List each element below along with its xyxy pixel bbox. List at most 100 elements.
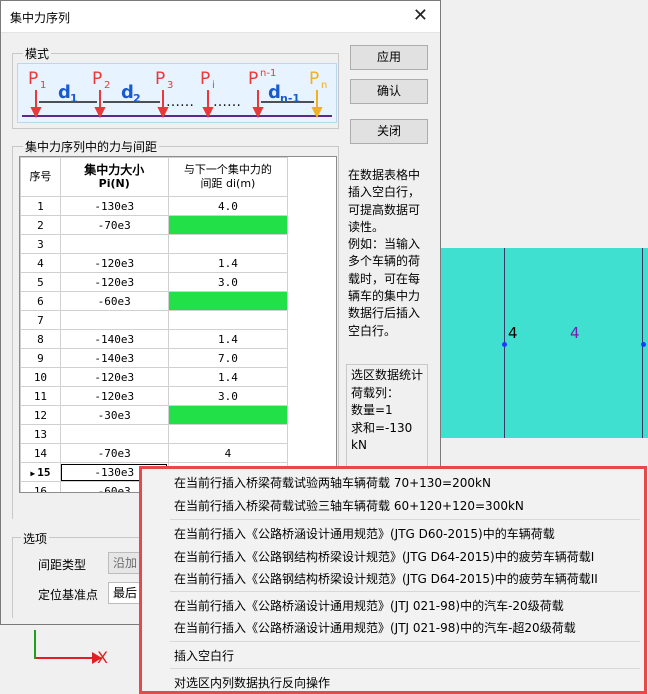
col-header-force[interactable]: 集中力大小 Pi(N) — [59, 157, 169, 197]
region-label: 4 — [508, 324, 518, 342]
table-row[interactable]: 9 -140e3 7.0 — [20, 348, 336, 368]
distance-cell[interactable]: 1.4 — [167, 253, 289, 273]
force-cell[interactable]: -120e3 — [59, 367, 169, 387]
col-header-filler — [287, 157, 336, 197]
confirm-button[interactable]: 确认 — [350, 79, 428, 104]
menu-item-jtj021-20[interactable]: 在当前行插入《公路桥涵设计通用规范》(JTJ 021-98)中的汽车-20级荷载 — [174, 597, 564, 614]
menu-item-2axle-test-load[interactable]: 在当前行插入桥梁荷载试验两轴车辆荷载 70+130=200kN — [174, 474, 491, 491]
distance-cell[interactable] — [167, 405, 289, 425]
distance-cell[interactable] — [167, 215, 289, 235]
force-cell[interactable]: -120e3 — [59, 253, 169, 273]
distance-cell[interactable]: 1.4 — [167, 367, 289, 387]
row-number[interactable]: ▶ 15 — [20, 462, 61, 482]
cyan-region — [432, 248, 648, 438]
menu-item-reverse-selection[interactable]: 对选区内列数据执行反向操作 — [174, 674, 330, 691]
node-point — [641, 342, 646, 347]
force-diagram-svg: …… …… P 1 P 2 P 3 P i P n-1 P n d 1 d 2 … — [22, 68, 332, 119]
row-filler — [288, 349, 336, 368]
row-number-text: 13 — [33, 427, 48, 441]
distance-cell[interactable]: 3.0 — [167, 272, 289, 292]
row-number[interactable]: 14 — [20, 443, 61, 463]
menu-item-jtg-d60-vehicle[interactable]: 在当前行插入《公路桥涵设计通用规范》(JTG D60-2015)中的车辆荷载 — [174, 525, 555, 542]
help-text: 在数据表格中 插入空白行， 可提高数据可 读性。 例如：当输入 多个车辆的荷 载时，可在每辆… — [348, 167, 428, 340]
row-number[interactable]: 5 — [20, 272, 61, 292]
menu-item-jtg-d64-fatigue-1[interactable]: 在当前行插入《公路钢结构桥梁设计规范》(JTG D64-2015)中的疲劳车辆荷… — [174, 548, 594, 565]
table-row[interactable]: 10 -120e3 1.4 — [20, 367, 336, 387]
help-line: 读性。 — [348, 219, 385, 234]
row-number[interactable]: 7 — [20, 310, 61, 330]
row-number[interactable]: 13 — [20, 424, 61, 444]
close-button[interactable]: 关闭 — [350, 119, 428, 144]
distance-cell[interactable]: 4.0 — [167, 196, 289, 216]
help-line: 例如：当输入 — [348, 237, 421, 252]
menu-separator — [170, 519, 640, 520]
table-scrollbar[interactable]: ▲ — [336, 157, 337, 492]
table-row[interactable]: 13 — [20, 424, 336, 444]
table-row[interactable]: 4 -120e3 1.4 — [20, 253, 336, 273]
table-row[interactable]: 11 -120e3 3.0 — [20, 386, 336, 406]
dialog-titlebar[interactable]: 集中力序列 ✕ — [1, 1, 440, 33]
row-number[interactable]: 1 — [20, 196, 61, 216]
options-label: 选项 — [21, 530, 50, 547]
distance-cell[interactable]: 4 — [167, 443, 289, 463]
menu-item-3axle-test-load[interactable]: 在当前行插入桥梁荷载试验三轴车辆荷载 60+120+120=300kN — [174, 497, 524, 514]
pi-label: P — [200, 69, 210, 89]
distance-cell[interactable]: 7.0 — [167, 348, 289, 368]
row-number[interactable]: 10 — [20, 367, 61, 387]
row-number[interactable]: 8 — [20, 329, 61, 349]
row-number[interactable]: 9 — [20, 348, 61, 368]
row-number[interactable]: 2 — [20, 215, 61, 235]
force-table-grid[interactable]: 序号 集中力大小 Pi(N) 与下一个集中力的 间距 di(m) 1 -130e3… — [20, 157, 336, 492]
table-row[interactable]: 6 -60e3 — [20, 291, 336, 311]
distance-cell[interactable] — [167, 424, 289, 444]
table-row[interactable]: 3 — [20, 234, 336, 254]
row-number[interactable]: 4 — [20, 253, 61, 273]
table-row[interactable]: 2 -70e3 — [20, 215, 336, 235]
apply-button[interactable]: 应用 — [350, 45, 428, 70]
row-number[interactable]: 6 — [20, 291, 61, 311]
col-header-distance[interactable]: 与下一个集中力的 间距 di(m) — [167, 157, 289, 197]
row-number-text: 11 — [33, 389, 48, 403]
menu-item-insert-blank-row[interactable]: 插入空白行 — [174, 647, 234, 664]
force-cell[interactable] — [59, 310, 169, 330]
distance-cell[interactable] — [167, 234, 289, 254]
distance-cell[interactable]: 3.0 — [167, 386, 289, 406]
pn1-label: P — [248, 69, 258, 89]
force-cell[interactable]: -140e3 — [59, 329, 169, 349]
force-cell[interactable] — [59, 234, 169, 254]
row-number[interactable]: 12 — [20, 405, 61, 425]
force-cell[interactable]: -120e3 — [59, 386, 169, 406]
menu-item-jtj021-super20[interactable]: 在当前行插入《公路桥涵设计通用规范》(JTJ 021-98)中的汽车-超20级荷… — [174, 619, 576, 636]
row-number-text: 15 — [37, 465, 51, 479]
force-cell[interactable] — [59, 424, 169, 444]
force-cell[interactable]: -70e3 — [59, 443, 169, 463]
dn1-label: d — [268, 82, 281, 103]
x-axis-line — [36, 657, 96, 659]
table-row[interactable]: 5 -120e3 3.0 — [20, 272, 336, 292]
force-cell[interactable]: -140e3 — [59, 348, 169, 368]
stats-line: 求和=-130 — [351, 420, 413, 435]
force-cell[interactable]: -60e3 — [59, 291, 169, 311]
distance-cell[interactable]: 1.4 — [167, 329, 289, 349]
close-icon[interactable]: ✕ — [413, 5, 428, 26]
menu-item-jtg-d64-fatigue-2[interactable]: 在当前行插入《公路钢结构桥梁设计规范》(JTG D64-2015)中的疲劳车辆荷… — [174, 570, 598, 587]
row-number[interactable]: 16 — [20, 481, 61, 492]
row-number-text: 12 — [33, 408, 48, 422]
row-number[interactable]: 11 — [20, 386, 61, 406]
table-row[interactable]: 12 -30e3 — [20, 405, 336, 425]
force-cell[interactable]: -70e3 — [59, 215, 169, 235]
table-row[interactable]: 14 -70e3 4 — [20, 443, 336, 463]
distance-cell[interactable] — [167, 310, 289, 330]
force-cell[interactable]: -30e3 — [59, 405, 169, 425]
row-number-text: 1 — [37, 199, 44, 213]
distance-cell[interactable] — [167, 291, 289, 311]
row-number[interactable]: 3 — [20, 234, 61, 254]
force-cell[interactable]: -130e3 — [59, 196, 169, 216]
table-row[interactable]: 8 -140e3 1.4 — [20, 329, 336, 349]
force-table[interactable]: 序号 集中力大小 Pi(N) 与下一个集中力的 间距 di(m) 1 -130e3… — [19, 156, 337, 493]
table-row[interactable]: 1 -130e3 4.0 — [20, 196, 336, 216]
col-header-seq[interactable]: 序号 — [20, 157, 61, 197]
table-row[interactable]: 7 — [20, 310, 336, 330]
stats-line: 荷载列： — [351, 385, 400, 400]
force-cell[interactable]: -120e3 — [59, 272, 169, 292]
